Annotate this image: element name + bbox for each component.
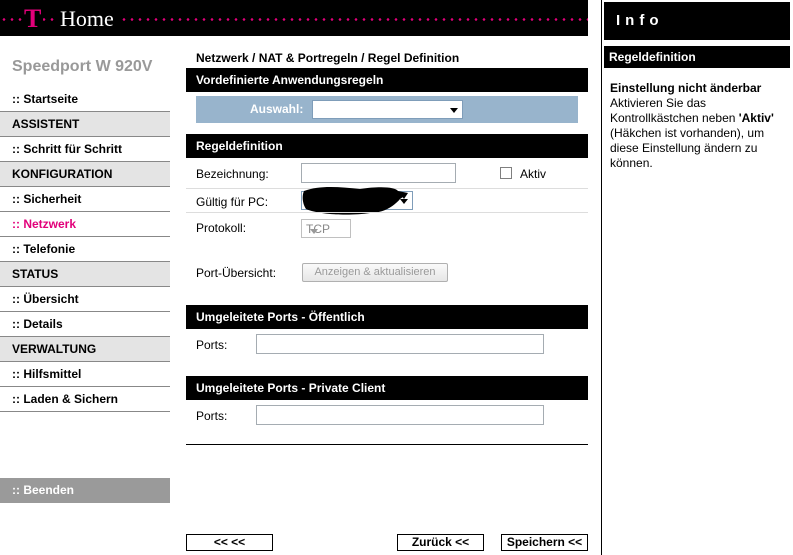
sidebar-nav-item[interactable]: :: Übersicht xyxy=(0,287,170,312)
bezeichnung-input[interactable] xyxy=(301,163,456,183)
nav-section-header: STATUS xyxy=(0,262,170,287)
sidebar-nav-item[interactable]: :: Telefonie xyxy=(0,237,170,262)
sidebar-nav: :: Startseite ASSISTENT:: Schritt für Sch… xyxy=(0,87,170,412)
sidebar-nav-item[interactable]: :: Laden & Sichern xyxy=(0,387,170,412)
section-private-ports: Umgeleitete Ports - Private Client xyxy=(186,376,588,400)
nav-section-header: ASSISTENT xyxy=(0,112,170,137)
info-heading: Einstellung nicht änderbar xyxy=(610,81,762,95)
private-ports-input[interactable] xyxy=(256,405,544,425)
aktiv-checkbox[interactable] xyxy=(500,167,512,179)
sidebar-nav-item[interactable]: :: Hilfsmittel xyxy=(0,362,170,387)
device-name: Speedport W 920V xyxy=(12,58,153,75)
info-text-after: (Häkchen ist vorhanden), um diese Einste… xyxy=(610,126,765,170)
port-overview-label: Port-Übersicht: xyxy=(196,266,277,280)
breadcrumb: Netzwerk / NAT & Portregeln / Regel Defi… xyxy=(196,51,460,65)
info-text-before: Aktivieren Sie das Kontrollkästchen nebe… xyxy=(610,96,739,125)
public-ports-label: Ports: xyxy=(196,338,228,352)
info-title: Regeldefinition xyxy=(604,46,790,68)
logout-button[interactable]: :: Beenden xyxy=(0,478,170,503)
protokoll-label: Protokoll: xyxy=(196,221,247,235)
aktiv-label: Aktiv xyxy=(520,167,547,181)
auswahl-panel: Auswahl: xyxy=(196,96,578,123)
bottom-divider xyxy=(186,444,588,445)
row-divider xyxy=(186,212,588,213)
back-button[interactable]: Zurück << xyxy=(397,534,484,551)
brand-title: Home xyxy=(56,6,118,32)
pc-label: Gültig für PC: xyxy=(196,195,269,209)
sidebar-nav-item[interactable]: :: Startseite xyxy=(0,87,170,112)
sidebar-nav-item[interactable]: :: Details xyxy=(0,312,170,337)
show-refresh-button[interactable]: Anzeigen & aktualisieren xyxy=(302,263,448,282)
info-header: Info xyxy=(604,2,790,40)
chevron-down-icon xyxy=(446,101,462,118)
back-all-button[interactable]: << << xyxy=(186,534,273,551)
auswahl-select[interactable] xyxy=(312,100,463,119)
section-rule-definition: Regeldefinition xyxy=(186,134,588,158)
protokoll-select[interactable]: TCP xyxy=(301,219,351,238)
private-ports-label: Ports: xyxy=(196,409,228,423)
section-public-ports: Umgeleitete Ports - Öffentlich xyxy=(186,305,588,329)
auswahl-label: Auswahl: xyxy=(250,102,304,116)
info-text-bold: 'Aktiv' xyxy=(738,111,774,125)
sidebar-nav-item[interactable]: :: Netzwerk xyxy=(0,212,170,237)
sidebar-nav-item[interactable]: :: Schritt für Schritt xyxy=(0,137,170,162)
bezeichnung-label: Bezeichnung: xyxy=(196,167,269,181)
nav-section-header: VERWALTUNG xyxy=(0,337,170,362)
sidebar-nav-item[interactable]: :: Sicherheit xyxy=(0,187,170,212)
telekom-logo: T xyxy=(22,4,44,34)
public-ports-input[interactable] xyxy=(256,334,544,354)
section-predefined-rules: Vordefinierte Anwendungsregeln xyxy=(186,68,588,92)
info-text: Einstellung nicht änderbar Aktivieren Si… xyxy=(610,81,786,171)
save-button[interactable]: Speichern << xyxy=(501,534,588,551)
header-bar: T Home xyxy=(0,0,588,38)
nav-section-header: KONFIGURATION xyxy=(0,162,170,187)
chevron-down-icon xyxy=(306,222,322,239)
